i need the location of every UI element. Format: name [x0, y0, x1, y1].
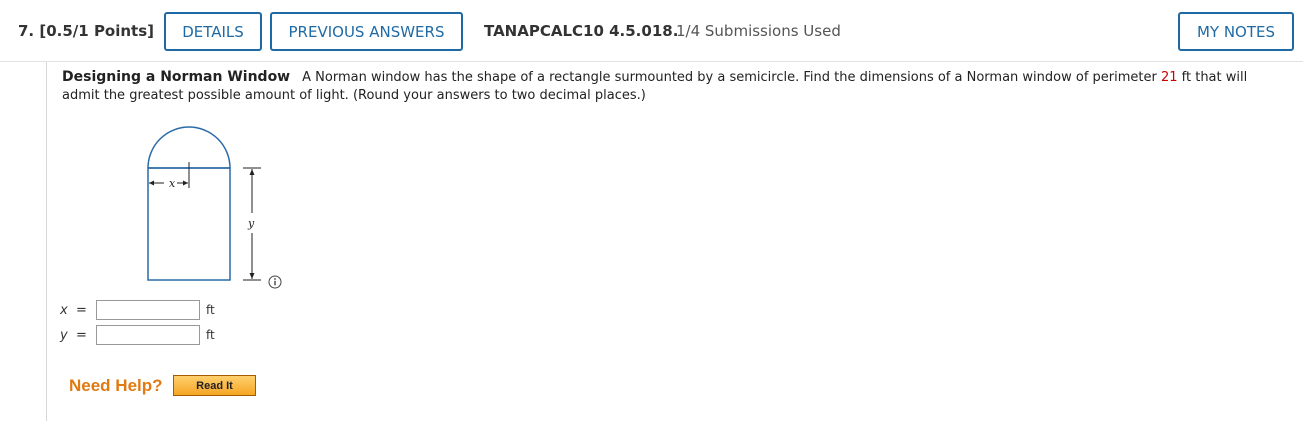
read-it-button[interactable]: Read It: [173, 375, 256, 396]
details-button[interactable]: DETAILS: [164, 12, 262, 51]
need-help-label: Need Help?: [69, 376, 163, 395]
answer-label-y: y =: [60, 328, 87, 343]
points-label: [0.5/1 Points]: [39, 22, 155, 40]
question-points: 7. [0.5/1 Points]: [18, 22, 154, 40]
my-notes-button[interactable]: MY NOTES: [1178, 12, 1294, 51]
y-answer-input[interactable]: [96, 325, 200, 345]
x-answer-input[interactable]: [96, 300, 200, 320]
answer-label-x: x =: [60, 303, 87, 318]
question-left-border: [46, 62, 47, 421]
problem-title: Designing a Norman Window: [62, 69, 291, 85]
submissions-used: 1/4 Submissions Used: [676, 22, 841, 40]
norman-window-figure: x y: [147, 126, 261, 281]
x-dimension-label: x: [169, 177, 176, 190]
y-unit: ft: [206, 328, 215, 342]
y-arrow-bottom: [249, 273, 255, 279]
question-header: 7. [0.5/1 Points] DETAILS PREVIOUS ANSWE…: [0, 0, 1303, 62]
y-dimension-label: y: [247, 217, 255, 230]
x-arrow-left: [149, 180, 154, 186]
info-icon[interactable]: [268, 275, 282, 289]
problem-code: TANAPCALC10 4.5.018.: [484, 22, 679, 40]
question-number: 7.: [18, 22, 35, 40]
x-arrow-right: [183, 180, 188, 186]
x-unit: ft: [206, 303, 215, 317]
problem-statement: Designing a Norman Window A Norman window…: [62, 68, 1282, 105]
perimeter-value: 21: [1160, 70, 1178, 85]
window-semicircle: [147, 126, 231, 169]
y-arrow-top: [249, 169, 255, 175]
problem-text-before: A Norman window has the shape of a recta…: [302, 70, 1161, 85]
previous-answers-button[interactable]: PREVIOUS ANSWERS: [270, 12, 463, 51]
